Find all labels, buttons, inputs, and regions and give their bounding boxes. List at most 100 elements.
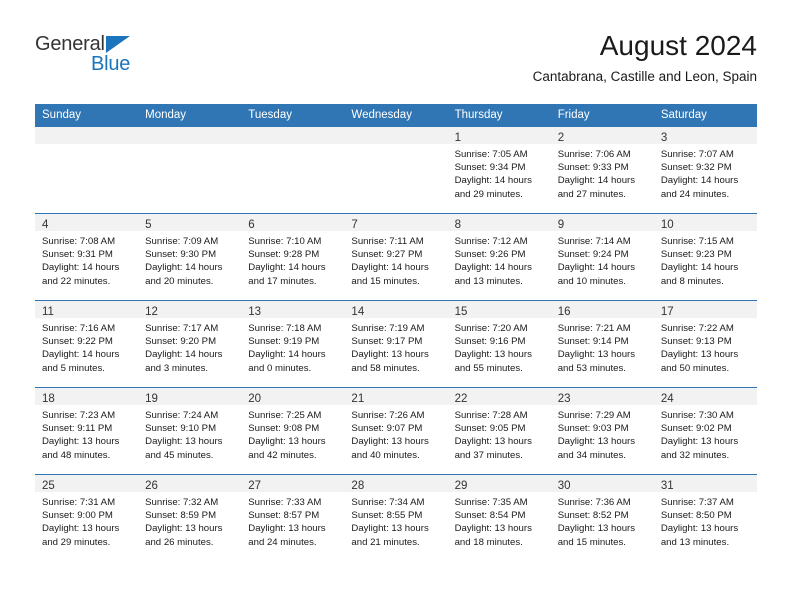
sunset-text: Sunset: 9:24 PM xyxy=(557,249,629,261)
sunset-text: Sunset: 9:10 PM xyxy=(145,423,217,435)
calendar-day-cell[interactable]: 28 Sunrise: 7:34 AM Sunset: 8:55 PM Dayligh… xyxy=(344,474,448,561)
sunset-text: Sunset: 9:02 PM xyxy=(660,423,732,435)
day-number: 11 xyxy=(42,306,54,318)
calendar-day-cell[interactable]: 10 Sunrise: 7:15 AM Sunset: 9:23 PM Dayligh… xyxy=(653,213,757,301)
daylight-text: and 42 minutes. xyxy=(248,449,317,461)
day-cell-details: Sunrise: 7:16 AM Sunset: 9:22 PM Daylight:… xyxy=(35,318,138,375)
daylight-text: Daylight: 14 hours xyxy=(454,175,532,187)
calendar-day-cell[interactable]: 9 Sunrise: 7:14 AM Sunset: 9:24 PM Daylight… xyxy=(550,213,654,301)
daylight-text: and 3 minutes. xyxy=(145,362,209,374)
calendar-day-cell[interactable]: 4 Sunrise: 7:08 AM Sunset: 9:31 PM Daylight… xyxy=(35,213,139,301)
sunset-text: Sunset: 8:57 PM xyxy=(248,510,320,522)
day-number: 30 xyxy=(557,480,571,492)
daylight-text: Daylight: 13 hours xyxy=(351,523,429,535)
day-cell-details: Sunrise: 7:26 AM Sunset: 9:07 PM Daylight:… xyxy=(344,405,447,462)
daylight-text: Daylight: 14 hours xyxy=(351,262,429,274)
day-cell-details: Sunrise: 7:33 AM Sunset: 8:57 PM Daylight:… xyxy=(241,492,344,549)
day-number-band: 17 xyxy=(653,301,757,318)
calendar-day-cell[interactable]: 18 Sunrise: 7:23 AM Sunset: 9:11 PM Dayligh… xyxy=(35,387,139,475)
day-number: 19 xyxy=(145,393,158,405)
daylight-text: Daylight: 13 hours xyxy=(42,436,120,448)
calendar-day-cell[interactable]: 23 Sunrise: 7:29 AM Sunset: 9:03 PM Dayligh… xyxy=(550,387,654,475)
daylight-text: Daylight: 13 hours xyxy=(660,349,739,361)
calendar-day-cell[interactable]: 3 Sunrise: 7:07 AM Sunset: 9:32 PM Daylight… xyxy=(653,126,757,214)
calendar-day-cell[interactable]: 30 Sunrise: 7:36 AM Sunset: 8:52 PM Dayligh… xyxy=(550,474,654,561)
daylight-text: Daylight: 13 hours xyxy=(454,349,532,361)
daylight-text: and 24 minutes. xyxy=(248,536,317,548)
sunrise-text: Sunrise: 7:25 AM xyxy=(248,410,322,421)
generalblue-logo[interactable]: General Blue xyxy=(35,34,185,80)
sunset-text: Sunset: 9:08 PM xyxy=(248,423,320,435)
day-number: 4 xyxy=(42,219,49,231)
calendar-day-cell[interactable]: 24 Sunrise: 7:30 AM Sunset: 9:02 PM Dayligh… xyxy=(653,387,757,475)
day-cell-details: Sunrise: 7:11 AM Sunset: 9:27 PM Daylight:… xyxy=(344,231,447,288)
calendar-day-cell[interactable]: 12 Sunrise: 7:17 AM Sunset: 9:20 PM Dayligh… xyxy=(138,300,242,388)
daylight-text: Daylight: 14 hours xyxy=(248,349,326,361)
daylight-text: Daylight: 14 hours xyxy=(660,175,739,187)
calendar-day-cell[interactable]: 11 Sunrise: 7:16 AM Sunset: 9:22 PM Dayligh… xyxy=(35,300,139,388)
calendar-week-row: 4 Sunrise: 7:08 AM Sunset: 9:31 PM Daylight… xyxy=(35,213,757,301)
calendar-day-cell[interactable]: 29 Sunrise: 7:35 AM Sunset: 8:54 PM Dayligh… xyxy=(447,474,551,561)
sunrise-text: Sunrise: 7:09 AM xyxy=(145,236,219,247)
sunset-text: Sunset: 9:20 PM xyxy=(145,336,217,348)
day-cell-details xyxy=(241,144,344,148)
calendar-day-cell[interactable]: 20 Sunrise: 7:25 AM Sunset: 9:08 PM Dayligh… xyxy=(241,387,345,475)
daylight-text: Daylight: 14 hours xyxy=(557,175,636,187)
calendar-day-cell[interactable]: 26 Sunrise: 7:32 AM Sunset: 8:59 PM Dayligh… xyxy=(138,474,242,561)
calendar-day-cell[interactable]: 15 Sunrise: 7:20 AM Sunset: 9:16 PM Dayligh… xyxy=(447,300,551,388)
daylight-text: and 29 minutes. xyxy=(454,188,523,200)
day-cell-details: Sunrise: 7:28 AM Sunset: 9:05 PM Daylight:… xyxy=(448,405,551,462)
sunrise-text: Sunrise: 7:34 AM xyxy=(351,497,425,508)
day-number: 15 xyxy=(454,306,468,318)
sunrise-text: Sunrise: 7:05 AM xyxy=(454,149,528,160)
weekday-header-tuesday: Tuesday xyxy=(241,104,345,127)
sunrise-text: Sunrise: 7:07 AM xyxy=(660,149,734,160)
calendar-day-cell[interactable]: 13 Sunrise: 7:18 AM Sunset: 9:19 PM Dayligh… xyxy=(241,300,345,388)
calendar-day-cell[interactable]: 7 Sunrise: 7:11 AM Sunset: 9:27 PM Daylight… xyxy=(344,213,448,301)
calendar-day-cell[interactable]: 22 Sunrise: 7:28 AM Sunset: 9:05 PM Dayligh… xyxy=(447,387,551,475)
day-cell-details: Sunrise: 7:30 AM Sunset: 9:02 PM Daylight:… xyxy=(654,405,757,462)
daylight-text: and 13 minutes. xyxy=(454,275,523,287)
day-number: 31 xyxy=(660,480,674,492)
daylight-text: Daylight: 13 hours xyxy=(557,436,636,448)
calendar-day-cell[interactable]: 25 Sunrise: 7:31 AM Sunset: 9:00 PM Dayligh… xyxy=(35,474,139,561)
sunrise-text: Sunrise: 7:16 AM xyxy=(42,323,116,334)
daylight-text: and 17 minutes. xyxy=(248,275,317,287)
calendar-grid: Sunday Monday Tuesday Wednesday Thursday Frid… xyxy=(35,104,757,561)
day-cell-details: Sunrise: 7:36 AM Sunset: 8:52 PM Daylight:… xyxy=(551,492,654,549)
calendar-day-cell[interactable]: 17 Sunrise: 7:22 AM Sunset: 9:13 PM Dayligh… xyxy=(653,300,757,388)
calendar-day-cell[interactable]: 8 Sunrise: 7:12 AM Sunset: 9:26 PM Daylight… xyxy=(447,213,551,301)
day-number-band: 26 xyxy=(138,475,242,492)
day-cell-details: Sunrise: 7:23 AM Sunset: 9:11 PM Daylight:… xyxy=(35,405,138,462)
day-number-band: 16 xyxy=(550,301,654,318)
calendar-day-cell[interactable]: 31 Sunrise: 7:37 AM Sunset: 8:50 PM Dayligh… xyxy=(653,474,757,561)
day-number: 12 xyxy=(145,306,158,318)
sunset-text: Sunset: 9:31 PM xyxy=(42,249,113,261)
calendar-day-cell-empty xyxy=(241,126,345,214)
daylight-text: and 26 minutes. xyxy=(145,536,214,548)
day-number-band xyxy=(241,127,345,144)
daylight-text: Daylight: 14 hours xyxy=(42,349,120,361)
day-number-band: 20 xyxy=(241,388,345,405)
calendar-day-cell[interactable]: 21 Sunrise: 7:26 AM Sunset: 9:07 PM Dayligh… xyxy=(344,387,448,475)
daylight-text: Daylight: 13 hours xyxy=(351,436,429,448)
calendar-day-cell[interactable]: 1 Sunrise: 7:05 AM Sunset: 9:34 PM Daylight… xyxy=(447,126,551,214)
calendar-day-cell[interactable]: 14 Sunrise: 7:19 AM Sunset: 9:17 PM Dayligh… xyxy=(344,300,448,388)
day-number-band: 28 xyxy=(344,475,448,492)
page-header: General Blue August 2024 Cantabrana, Cas… xyxy=(0,0,792,84)
daylight-text: and 55 minutes. xyxy=(454,362,523,374)
calendar-day-cell[interactable]: 19 Sunrise: 7:24 AM Sunset: 9:10 PM Dayligh… xyxy=(138,387,242,475)
day-number-band: 14 xyxy=(344,301,448,318)
sunrise-text: Sunrise: 7:20 AM xyxy=(454,323,528,334)
sunrise-text: Sunrise: 7:23 AM xyxy=(42,410,116,421)
calendar-day-cell[interactable]: 27 Sunrise: 7:33 AM Sunset: 8:57 PM Dayligh… xyxy=(241,474,345,561)
sunset-text: Sunset: 9:32 PM xyxy=(660,162,732,174)
daylight-text: Daylight: 13 hours xyxy=(557,523,636,535)
calendar-day-cell[interactable]: 2 Sunrise: 7:06 AM Sunset: 9:33 PM Daylight… xyxy=(550,126,654,214)
day-number: 14 xyxy=(351,306,365,318)
calendar-day-cell[interactable]: 6 Sunrise: 7:10 AM Sunset: 9:28 PM Daylight… xyxy=(241,213,345,301)
calendar-day-cell[interactable]: 16 Sunrise: 7:21 AM Sunset: 9:14 PM Dayligh… xyxy=(550,300,654,388)
calendar-day-cell[interactable]: 5 Sunrise: 7:09 AM Sunset: 9:30 PM Daylight… xyxy=(138,213,242,301)
daylight-text: Daylight: 13 hours xyxy=(454,523,532,535)
day-number: 18 xyxy=(42,393,55,405)
